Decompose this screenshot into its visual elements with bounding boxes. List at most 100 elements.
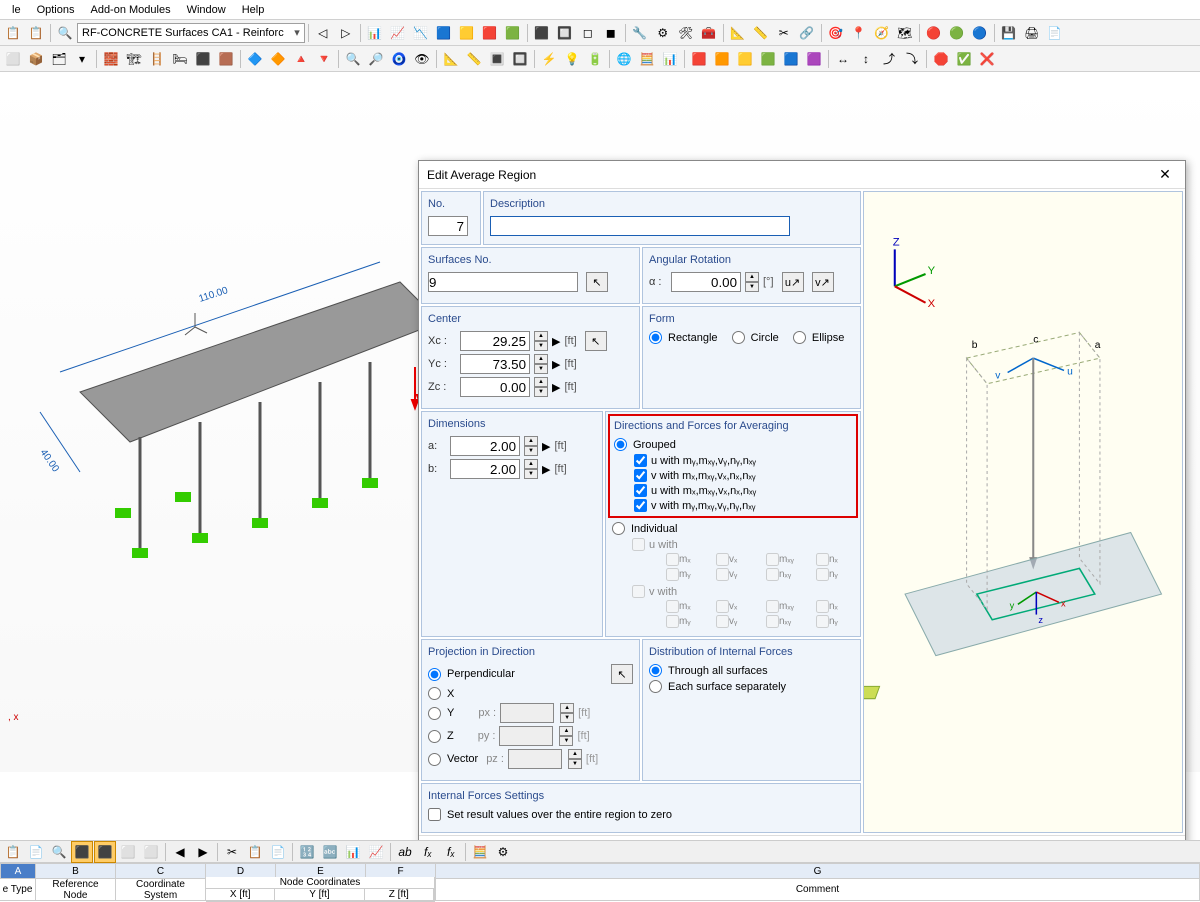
tb-icon[interactable]: ⬜ [117,841,139,863]
tb-icon[interactable]: ⤴ [878,48,900,70]
tb-icon[interactable]: ⬜ [2,48,24,70]
pick-surfaces-icon[interactable]: ↖ [586,272,608,292]
col-b[interactable]: B [36,863,116,879]
tb-icon[interactable]: 🔲 [509,48,531,70]
menu-addon[interactable]: Add-on Modules [82,2,178,18]
tb-icon[interactable]: 📦 [25,48,47,70]
tb-icon[interactable]: fₓ [440,841,462,863]
tb-icon[interactable]: 🟧 [711,48,733,70]
tb-icon[interactable]: ⚙ [492,841,514,863]
tb-icon[interactable]: 📋 [244,841,266,863]
g4-check[interactable] [634,499,647,512]
tb-icon[interactable]: 🔴 [923,22,945,44]
tb-icon[interactable]: 📐 [440,48,462,70]
tb-icon[interactable]: ✂ [221,841,243,863]
tb-icon[interactable]: 📊 [364,22,386,44]
tb-icon[interactable]: ⬛ [531,22,553,44]
col-g[interactable]: G [436,863,1200,879]
tb-icon[interactable]: 📏 [463,48,485,70]
tb-icon[interactable]: 🧭 [871,22,893,44]
xc-input[interactable] [460,331,530,351]
tb-icon[interactable]: ▶ [192,841,214,863]
tb-icon[interactable]: 🎯 [825,22,847,44]
tb-icon[interactable]: 📊 [342,841,364,863]
tb-icon[interactable]: ⤵ [901,48,923,70]
tb-icon[interactable]: 🪜 [146,48,168,70]
tb-icon[interactable]: 🔳 [486,48,508,70]
tb-icon[interactable]: 📋 [25,22,47,44]
menu-help[interactable]: Help [234,2,273,18]
tb-icon-active[interactable]: ⬛ [94,841,116,863]
tb-nav-prev[interactable]: ◁ [312,22,334,44]
tb-icon[interactable]: ▾ [71,48,93,70]
tb-icon[interactable]: 🟦 [433,22,455,44]
tb-icon[interactable]: 🧱 [100,48,122,70]
tb-icon[interactable]: ⚡ [538,48,560,70]
tb-icon[interactable]: 📊 [659,48,681,70]
tb-icon[interactable]: ↔ [832,48,854,70]
tb-icon[interactable]: 🔢 [296,841,318,863]
tb-icon[interactable]: ↕ [855,48,877,70]
proj-vector-radio[interactable] [428,753,441,766]
tb-icon[interactable]: 🔧 [629,22,651,44]
tb-icon[interactable]: 🟪 [803,48,825,70]
no-input[interactable] [428,216,468,236]
tb-icon[interactable]: 🔵 [969,22,991,44]
tb-icon[interactable]: 🔺 [290,48,312,70]
b-spinner[interactable]: ▲▼ [524,459,538,479]
tb-icon[interactable]: 📈 [365,841,387,863]
tb-icon[interactable]: 📍 [848,22,870,44]
g3-check[interactable] [634,484,647,497]
tb-icon[interactable]: ◼ [600,22,622,44]
tb-icon[interactable]: 🔍 [48,841,70,863]
arrow-icon[interactable]: ▶ [542,463,550,476]
alpha-input[interactable] [671,272,741,292]
dist-all-radio[interactable] [649,664,662,677]
module-combo[interactable]: RF-CONCRETE Surfaces CA1 - Reinforc [77,23,305,43]
tb-icon[interactable]: 🟢 [946,22,968,44]
tb-icon[interactable]: 🌐 [613,48,635,70]
tb-nav-next[interactable]: ▷ [335,22,357,44]
form-ellipse-radio[interactable] [793,331,806,344]
menu-le[interactable]: le [4,2,29,18]
pick-proj-icon[interactable]: ↖ [611,664,633,684]
tb-icon[interactable]: 📏 [750,22,772,44]
tb-icon-active[interactable]: ⬛ [71,841,93,863]
zc-spinner[interactable]: ▲▼ [534,377,548,397]
tb-icon[interactable]: 💡 [561,48,583,70]
tb-icon[interactable]: ✂ [773,22,795,44]
tb-icon[interactable]: 🧮 [636,48,658,70]
tb-icon[interactable]: 📄 [25,841,47,863]
close-icon[interactable]: ✕ [1153,166,1177,183]
tb-icon[interactable]: 🟩 [502,22,524,44]
tb-icon[interactable]: 🟫 [215,48,237,70]
xc-spinner[interactable]: ▲▼ [534,331,548,351]
proj-z-radio[interactable] [428,730,441,743]
ifs-zero-check[interactable] [428,808,441,821]
tb-icon[interactable]: 🛏 [169,48,191,70]
pick-center-icon[interactable]: ↖ [585,331,607,351]
tb-icon[interactable]: 🟥 [688,48,710,70]
tb-icon[interactable]: 🧿 [388,48,410,70]
b-input[interactable] [450,459,520,479]
tb-icon[interactable]: 🟩 [757,48,779,70]
tb-icon[interactable]: fₓ [417,841,439,863]
tb-icon[interactable]: 🔤 [319,841,341,863]
tb-icon[interactable]: 📈 [387,22,409,44]
a-spinner[interactable]: ▲▼ [524,436,538,456]
arrow-icon[interactable]: ▶ [552,358,560,371]
description-input[interactable] [490,216,790,236]
tb-icon[interactable]: 🏗 [123,48,145,70]
grouped-radio[interactable] [614,438,627,451]
tb-icon[interactable]: 📄 [267,841,289,863]
tb-icon[interactable]: 🔋 [584,48,606,70]
form-circle-radio[interactable] [732,331,745,344]
yc-input[interactable] [460,354,530,374]
tb-icon[interactable]: 🔷 [244,48,266,70]
tb-icon[interactable]: 🛑 [930,48,952,70]
individual-radio[interactable] [612,522,625,535]
tb-icon[interactable]: 🔍 [54,22,76,44]
zc-input[interactable] [460,377,530,397]
arrow-icon[interactable]: ▶ [552,381,560,394]
tb-icon[interactable]: 📐 [727,22,749,44]
